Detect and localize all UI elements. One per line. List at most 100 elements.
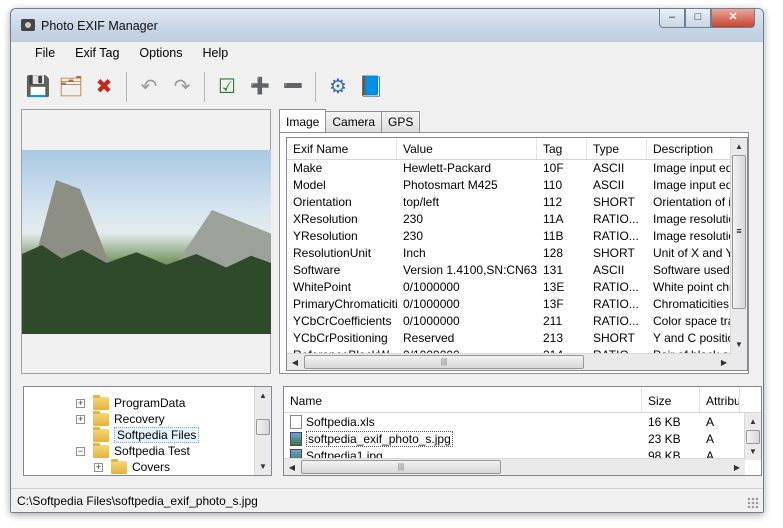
help-book-icon[interactable]: 📘	[357, 72, 385, 102]
scroll-down-arrow-icon[interactable]: ▼	[745, 443, 761, 460]
minimize-button[interactable]: –	[659, 9, 685, 28]
exif-row[interactable]: YCbCrCoefficients 0/1000000 211 RATIO... Col…	[287, 313, 747, 330]
scroll-thumb[interactable]: |||	[304, 355, 584, 369]
tab-image[interactable]: Image	[279, 109, 327, 132]
exif-cell: WhitePoint	[293, 280, 352, 294]
file-list-header: Name Size Attribu	[284, 387, 761, 413]
exif-cell: SHORT	[593, 195, 635, 209]
scroll-thumb[interactable]: ≡	[732, 155, 746, 309]
exif-cell: Chromaticities of	[653, 297, 732, 311]
save-icon[interactable]: 💾	[24, 72, 52, 102]
rotate-left-icon[interactable]: ↶	[135, 72, 163, 102]
file-name-cell: softpedia_exif_photo_s.jpg	[284, 430, 642, 447]
exif-row[interactable]: WhitePoint 0/1000000 13E RATIO... White poin…	[287, 279, 747, 296]
exif-cell: Software	[293, 263, 341, 277]
tree-vertical-scrollbar[interactable]: ▲ ▼	[254, 387, 271, 475]
exif-list[interactable]: Exif Name Value Tag Type Description Mak…	[286, 137, 748, 371]
column-attributes[interactable]: Attribu	[700, 387, 740, 412]
scroll-down-arrow-icon[interactable]: ▼	[731, 336, 747, 353]
exif-row[interactable]: Software Version 1.4100,SN:CN63... 131 ASCI…	[287, 262, 747, 279]
column-description[interactable]: Description	[647, 138, 732, 159]
toolbar-separator	[315, 72, 316, 102]
tree-item-label: ProgramData	[114, 396, 186, 410]
exif-cell: Make	[293, 161, 323, 175]
exif-horizontal-scrollbar[interactable]: ◀ ||| ▶	[287, 353, 732, 370]
exif-vertical-scrollbar[interactable]: ▲ ≡ ▼	[730, 138, 747, 370]
exif-cell: 110	[543, 178, 563, 192]
files-horizontal-scrollbar[interactable]: ◀ ||| ▶	[284, 458, 745, 475]
rotate-right-icon[interactable]: ↷	[168, 72, 196, 102]
scroll-right-arrow-icon[interactable]: ▶	[729, 459, 745, 475]
file-row[interactable]: softpedia_exif_photo_s.jpg 23 KB A	[284, 430, 761, 447]
exif-row[interactable]: YResolution 230 11B RATIO... Image resolutio…	[287, 228, 747, 245]
scroll-down-arrow-icon[interactable]: ▼	[255, 458, 271, 475]
exif-cell: XResolution	[293, 212, 358, 226]
exif-cell: White point chro	[653, 280, 732, 294]
exif-cell: PrimaryChromaticities	[293, 297, 397, 311]
tree-item[interactable]: System Volume Information	[93, 474, 100, 475]
maximize-button[interactable]: □	[685, 9, 711, 28]
exif-row[interactable]: Model Photosmart M425 110 ASCII Image input …	[287, 177, 747, 194]
tree-item[interactable]: Softpedia Files	[76, 426, 200, 443]
scroll-right-arrow-icon[interactable]: ▶	[716, 354, 732, 370]
column-value[interactable]: Value	[397, 138, 537, 159]
files-vertical-scrollbar[interactable]: ▲ ▼	[744, 413, 761, 460]
tree-item[interactable]: + Covers	[94, 458, 170, 475]
scroll-thumb[interactable]	[256, 419, 270, 435]
column-name[interactable]: Name	[284, 387, 642, 412]
add-tag-icon[interactable]: ➕	[246, 72, 274, 102]
file-list[interactable]: Name Size Attribu Softpedia.xls 16 KB Asof…	[283, 386, 762, 476]
scroll-thumb[interactable]: |||	[301, 460, 501, 474]
tree-item[interactable]: − Softpedia Test	[76, 442, 190, 459]
close-button[interactable]: ✕	[711, 9, 755, 28]
exif-row[interactable]: Make Hewlett-Packard 10F ASCII Image input e…	[287, 160, 747, 177]
exif-cell: Photosmart M425	[403, 178, 498, 192]
tab-gps[interactable]: GPS	[381, 111, 421, 132]
scroll-left-arrow-icon[interactable]: ◀	[284, 459, 300, 475]
exif-row[interactable]: PrimaryChromaticities 0/1000000 13F RATIO..…	[287, 296, 747, 313]
tree-item-label: Softpedia Files	[114, 427, 200, 443]
expand-toggle-icon[interactable]: +	[94, 462, 103, 472]
exif-row[interactable]: Orientation top/left 112 SHORT Orientation o…	[287, 194, 747, 211]
menu-help[interactable]: Help	[193, 42, 239, 64]
expand-toggle-icon[interactable]: −	[76, 446, 85, 456]
file-row[interactable]: Softpedia.xls 16 KB A	[284, 413, 761, 430]
column-exif-name[interactable]: Exif Name	[287, 138, 397, 159]
folder-icon	[93, 394, 109, 410]
scroll-up-arrow-icon[interactable]: ▲	[731, 138, 747, 155]
exif-cell: 230	[403, 212, 424, 226]
menu-file[interactable]: File	[25, 42, 65, 64]
column-type[interactable]: Type	[587, 138, 647, 159]
scroll-thumb[interactable]	[746, 430, 760, 444]
exif-row[interactable]: XResolution 230 11A RATIO... Image resolutio…	[287, 211, 747, 228]
exif-cell: 112	[543, 195, 563, 209]
menu-exif-tag[interactable]: Exif Tag	[65, 42, 129, 64]
scroll-left-arrow-icon[interactable]: ◀	[287, 354, 303, 370]
camera-app-icon	[21, 19, 35, 31]
check-tags-icon[interactable]: ☑	[213, 72, 241, 102]
title-bar: Photo EXIF Manager – □ ✕	[11, 9, 763, 42]
exif-cell: ASCII	[593, 178, 625, 192]
scroll-up-arrow-icon[interactable]: ▲	[745, 413, 761, 430]
menu-options[interactable]: Options	[129, 42, 192, 64]
expand-toggle-icon[interactable]: +	[76, 398, 85, 408]
tab-camera[interactable]: Camera	[325, 111, 383, 132]
tree-item[interactable]: + ProgramData	[76, 394, 186, 411]
tree-item[interactable]: + Recovery	[76, 410, 165, 427]
remove-tag-icon[interactable]: ➖	[279, 72, 307, 102]
exif-row[interactable]: YCbCrPositioning Reserved 213 SHORT Y and C …	[287, 330, 747, 347]
exif-cell: Image resolution	[653, 229, 732, 243]
settings-icon[interactable]: ⚙	[324, 72, 352, 102]
exif-cell: Hewlett-Packard	[403, 161, 492, 175]
scroll-up-arrow-icon[interactable]: ▲	[255, 387, 271, 404]
delete-exif-icon[interactable]: ✖	[90, 72, 118, 102]
exif-row[interactable]: ResolutionUnit Inch 128 SHORT Unit of X and …	[287, 245, 747, 262]
expand-toggle-icon[interactable]: +	[76, 414, 85, 424]
column-size[interactable]: Size	[642, 387, 700, 412]
resize-grip-icon[interactable]	[747, 497, 759, 509]
status-bar: C:\Softpedia Files\softpedia_exif_photo_…	[11, 488, 763, 512]
column-tag[interactable]: Tag	[537, 138, 587, 159]
save-all-icon[interactable]: 🗂	[57, 72, 85, 102]
exif-cell: ASCII	[593, 263, 625, 277]
folder-tree[interactable]: + ProgramData + Recovery Softpedia Files − Sof…	[23, 386, 272, 476]
